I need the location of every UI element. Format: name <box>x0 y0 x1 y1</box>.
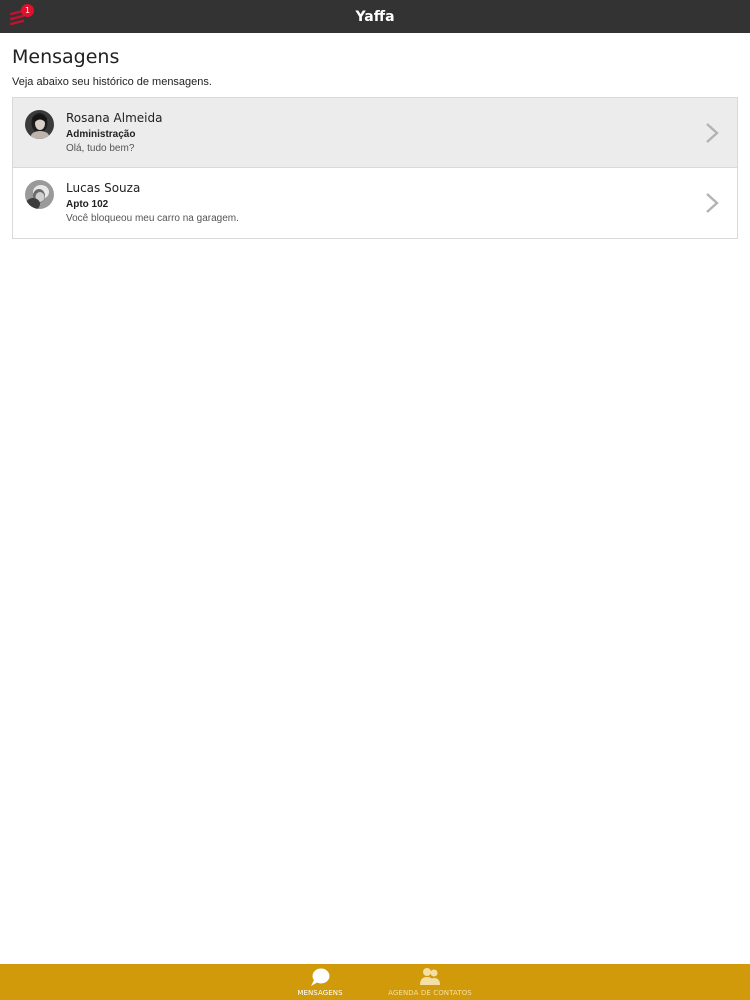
page-subtitle: Veja abaixo seu histórico de mensagens. <box>12 76 212 88</box>
contact-name: Lucas Souza <box>66 181 141 195</box>
top-bar: 1 Yaffa <box>0 0 750 33</box>
avatar <box>25 110 54 139</box>
message-preview: Você bloqueou meu carro na garagem. <box>66 213 239 224</box>
avatar-photo-icon <box>25 180 54 209</box>
page-title: Mensagens <box>12 46 120 68</box>
chevron-right-icon <box>706 122 719 143</box>
tab-label: AGENDA DE CONTATOS <box>388 989 472 997</box>
message-item-lucas-souza[interactable]: Lucas Souza Apto 102 Você bloqueou meu c… <box>13 168 737 238</box>
avatar-photo-icon <box>25 110 54 139</box>
bottom-tab-bar: MENSAGENS AGENDA DE CONTATOS <box>0 964 750 1000</box>
tab-mensagens[interactable]: MENSAGENS <box>265 964 375 1000</box>
contact-name: Rosana Almeida <box>66 110 163 125</box>
contact-group: Apto 102 <box>66 199 109 210</box>
message-text: Rosana Almeida Administração Olá, tudo b… <box>66 110 162 156</box>
app-root: 1 Yaffa Mensagens Veja abaixo seu histór… <box>0 0 750 1000</box>
message-list: Rosana Almeida Administração Olá, tudo b… <box>12 97 738 239</box>
main-content: Mensagens Veja abaixo seu histórico de m… <box>12 44 738 239</box>
message-item-rosana-almeida[interactable]: Rosana Almeida Administração Olá, tudo b… <box>13 98 737 168</box>
contacts-icon <box>420 968 440 985</box>
tab-agenda-de-contatos[interactable]: AGENDA DE CONTATOS <box>375 964 485 1000</box>
chevron-right-icon <box>706 193 719 213</box>
app-title: Yaffa <box>355 8 395 25</box>
tab-label: MENSAGENS <box>297 989 343 997</box>
message-text: Lucas Souza Apto 102 Você bloqueou meu c… <box>66 180 239 226</box>
contact-group: Administração <box>66 128 136 140</box>
chat-bubble-icon <box>311 968 330 986</box>
notification-badge: 1 <box>21 4 34 17</box>
avatar <box>25 180 54 209</box>
message-preview: Olá, tudo bem? <box>66 142 135 154</box>
menu-button[interactable]: 1 <box>8 4 34 30</box>
